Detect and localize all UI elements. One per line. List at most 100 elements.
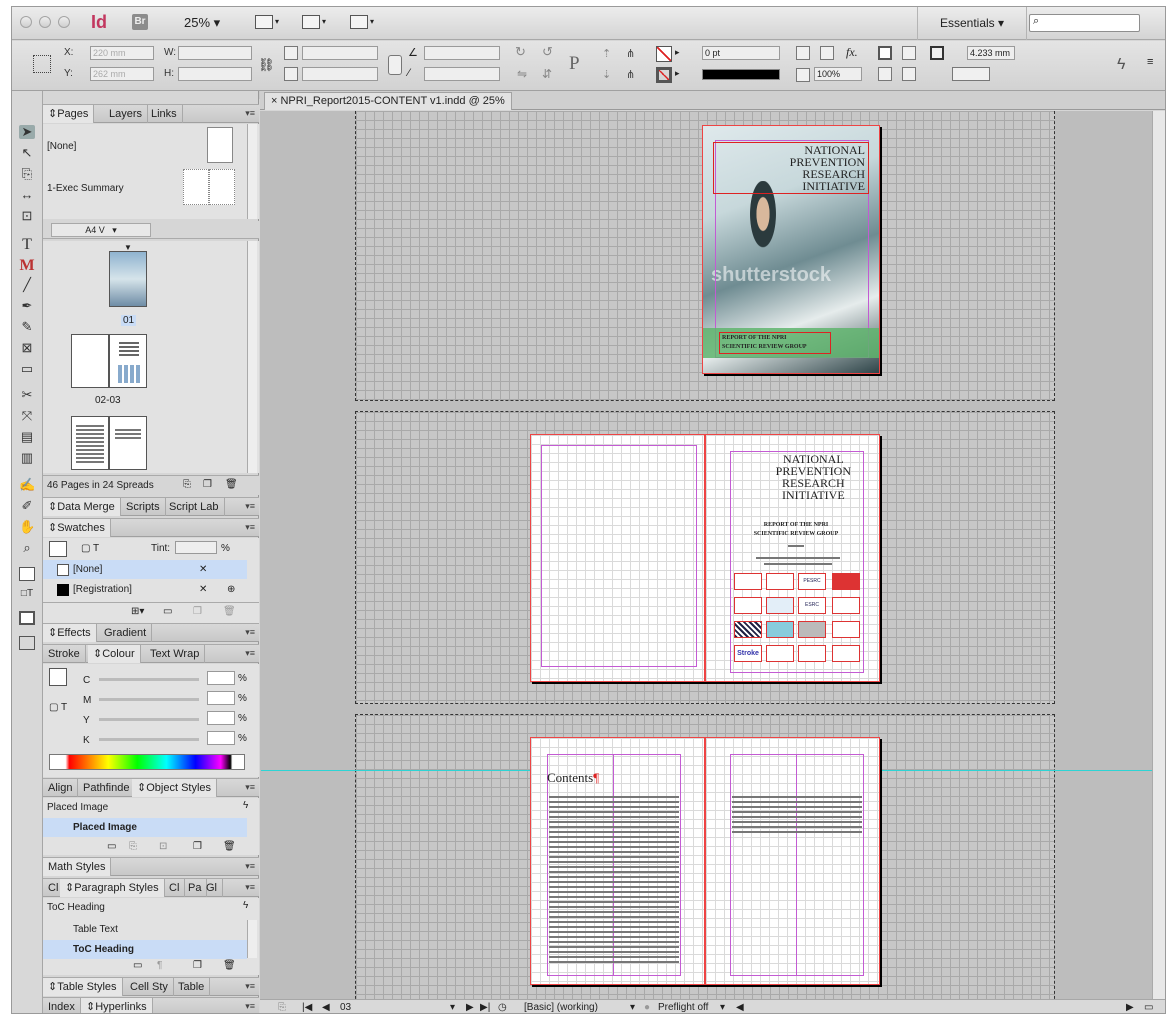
selection-tool-icon[interactable]: ➤ xyxy=(19,125,35,139)
frame-fitting-icon[interactable] xyxy=(930,46,944,60)
stroke-swatch[interactable] xyxy=(656,67,672,83)
rotate-icon[interactable]: ∠ xyxy=(408,46,418,59)
type-tool-icon[interactable]: T xyxy=(19,236,35,253)
workspace-switcher[interactable]: Essentials ▾ xyxy=(917,7,1027,40)
partner-logo[interactable] xyxy=(832,573,860,590)
toc-text-block[interactable] xyxy=(549,796,679,966)
partner-logo[interactable] xyxy=(832,645,860,662)
page-number-field[interactable]: 03 xyxy=(340,1000,454,1013)
scale-x-icon[interactable] xyxy=(284,46,298,60)
cover-page[interactable]: shutterstock NATIONAL PREVENTION RESEARC… xyxy=(702,125,880,374)
tab-table[interactable]: Table xyxy=(173,978,211,996)
partner-logo[interactable] xyxy=(832,621,860,638)
new-group-icon[interactable]: ▭ xyxy=(107,841,116,852)
clear-overrides-icon[interactable]: ¶ xyxy=(157,960,162,971)
master-left-thumbnail[interactable] xyxy=(183,169,209,205)
cover-subtitle[interactable]: REPORT OF THE NPRI SCIENTIFIC REVIEW GRO… xyxy=(719,332,831,354)
panel-menu-icon[interactable]: ▾≡ xyxy=(245,861,255,872)
align-stroke-center-icon[interactable] xyxy=(878,46,892,60)
gradient-feather-icon[interactable]: ▥ xyxy=(19,451,35,465)
cyan-slider[interactable] xyxy=(99,678,199,681)
partner-logo[interactable] xyxy=(734,573,762,590)
partner-logo[interactable] xyxy=(766,621,794,638)
hand-tool-icon[interactable]: ✋ xyxy=(19,520,35,534)
split-window-icon[interactable]: ▭ xyxy=(1144,1000,1153,1013)
new-swatch-icon[interactable]: ❐ xyxy=(193,606,202,617)
tab-swatches[interactable]: ⇕Swatches xyxy=(43,519,111,537)
stroke-type-dropdown[interactable] xyxy=(702,69,780,80)
control-panel-menu-icon[interactable]: ≡ xyxy=(1147,56,1153,68)
magenta-field[interactable] xyxy=(207,691,235,705)
rotate-cw-icon[interactable]: ↻ xyxy=(515,44,526,60)
tab-table-styles[interactable]: ⇕Table Styles xyxy=(43,978,123,996)
delete-style-icon[interactable]: 🗑 xyxy=(223,841,236,852)
shear-field[interactable] xyxy=(424,67,500,81)
panel-menu-icon[interactable]: ▾≡ xyxy=(245,648,255,659)
master-none-thumbnail[interactable] xyxy=(207,127,233,163)
chevron-down-icon[interactable]: ▾ xyxy=(630,1000,635,1013)
flip-vertical-icon[interactable]: ⇵ xyxy=(542,67,552,81)
page-02-03-label[interactable]: 02-03 xyxy=(95,395,121,406)
text-format-icon[interactable]: ▢ T xyxy=(81,543,99,554)
close-window-button[interactable] xyxy=(20,16,32,28)
x-position-field[interactable]: 220 mm xyxy=(90,46,154,60)
view-options-icon[interactable] xyxy=(255,15,273,29)
partner-logo[interactable] xyxy=(766,645,794,662)
tint-field[interactable] xyxy=(175,541,217,554)
rotate-ccw-icon[interactable]: ↺ xyxy=(542,44,553,60)
eyedropper-icon[interactable]: ✐ xyxy=(19,499,35,513)
align-stroke-inside-icon[interactable] xyxy=(902,46,916,60)
edit-page-size-icon[interactable]: ⎘ xyxy=(183,479,191,490)
page-01-label[interactable]: 01 xyxy=(121,315,137,326)
swatch-registration[interactable]: [Registration] ✕ ⊕ xyxy=(43,580,247,599)
tab-text-wrap[interactable]: Text Wrap xyxy=(145,645,206,663)
tab-math-styles[interactable]: Math Styles xyxy=(43,858,112,876)
partner-logo[interactable] xyxy=(766,573,794,590)
scale-x-field[interactable] xyxy=(302,46,378,60)
tab-align[interactable]: Align xyxy=(43,779,79,797)
free-transform-icon[interactable]: ⤧ xyxy=(19,409,35,423)
previous-page-icon[interactable]: ◀ xyxy=(322,1000,330,1013)
show-swatch-kinds-icon[interactable]: ⊞▾ xyxy=(131,606,144,617)
master-right-thumbnail[interactable] xyxy=(209,169,235,205)
panel-menu-icon[interactable]: ▾≡ xyxy=(245,108,255,119)
page-05[interactable] xyxy=(705,737,880,985)
cyan-field[interactable] xyxy=(207,671,235,685)
page-03-thumbnail[interactable] xyxy=(109,334,147,388)
toc-text-block[interactable] xyxy=(732,796,862,834)
tab-gradient[interactable]: Gradient xyxy=(99,624,153,642)
preflight-status[interactable]: Preflight off xyxy=(658,1000,708,1013)
first-page-icon[interactable]: |◀ xyxy=(302,1000,312,1013)
fill-color-icon[interactable] xyxy=(49,668,67,686)
pen-tool-icon[interactable]: ✒ xyxy=(19,299,35,313)
tab-pathfinder[interactable]: Pathfinde xyxy=(78,779,136,797)
fill-menu-icon[interactable]: ▸ xyxy=(675,47,680,58)
panel-menu-icon[interactable]: ▾≡ xyxy=(245,501,255,512)
tab-cell-styles-2[interactable]: Cell Sty xyxy=(125,978,174,996)
tab-index[interactable]: Index xyxy=(43,998,81,1013)
shear-icon[interactable]: ⁄ xyxy=(408,67,410,79)
tab-paragraph-styles[interactable]: ⇕Paragraph Styles xyxy=(60,879,165,897)
scale-y-icon[interactable] xyxy=(284,67,298,81)
tab-object-styles[interactable]: ⇕Object Styles xyxy=(132,779,218,797)
tab-links[interactable]: Links xyxy=(146,105,183,123)
new-page-icon[interactable]: ❐ xyxy=(203,479,212,490)
zoom-window-button[interactable] xyxy=(58,16,70,28)
fill-stroke-icon[interactable] xyxy=(19,567,35,581)
gradient-swatch-icon[interactable]: ▤ xyxy=(19,430,35,444)
delete-swatch-icon[interactable]: 🗑 xyxy=(223,606,236,617)
scroll-right-icon[interactable]: ▶ xyxy=(1126,1000,1134,1013)
page-size-dropdown[interactable]: A4 V ▾ xyxy=(51,223,151,237)
paragraph-styles-scrollbar[interactable] xyxy=(247,920,257,958)
tab-layers[interactable]: Layers xyxy=(104,105,149,123)
partner-logo[interactable] xyxy=(766,597,794,614)
delete-style-icon[interactable]: 🗑 xyxy=(223,960,236,971)
next-page-icon[interactable]: ▶ xyxy=(466,1000,474,1013)
rotation-field[interactable] xyxy=(424,46,500,60)
masters-scrollbar[interactable] xyxy=(247,124,257,219)
width-field[interactable] xyxy=(178,46,252,60)
page-04[interactable]: Contents¶ xyxy=(530,737,705,985)
quick-apply-icon[interactable]: ϟ xyxy=(243,800,248,811)
magenta-slider[interactable] xyxy=(99,698,199,701)
black-slider[interactable] xyxy=(99,738,199,741)
